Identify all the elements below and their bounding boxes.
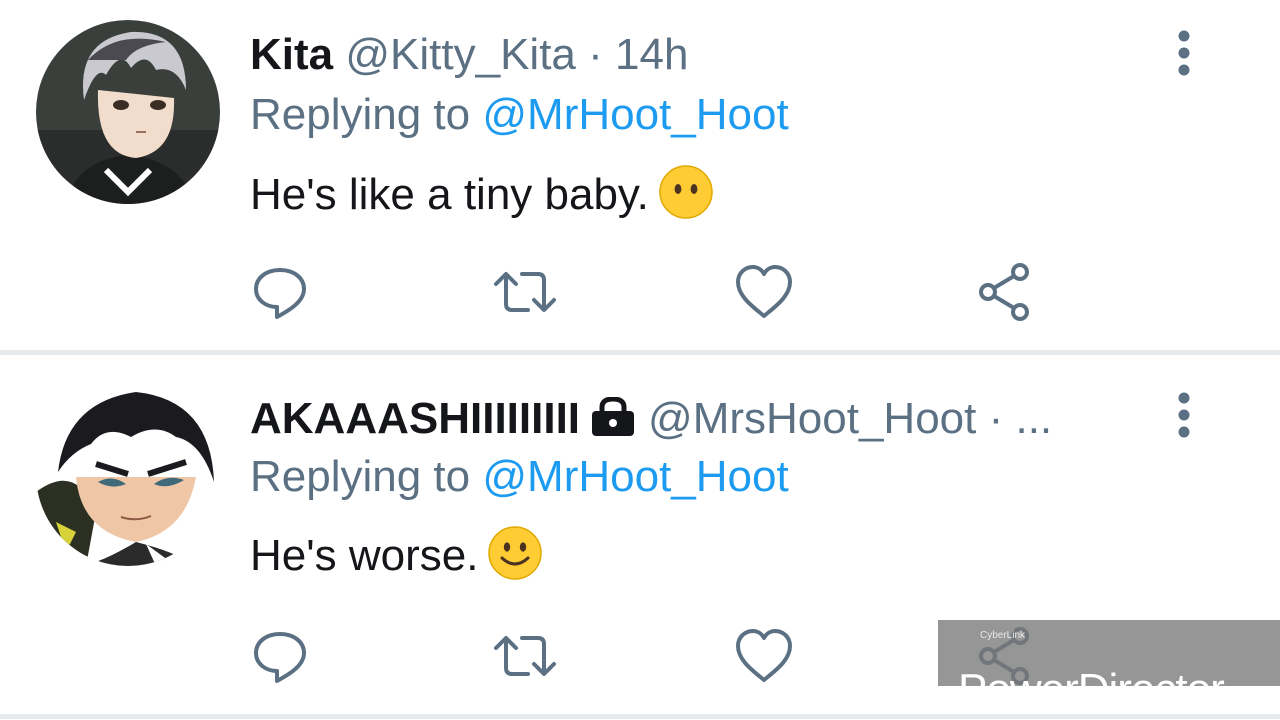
retweet-icon[interactable] (490, 626, 556, 686)
watermark-brand: PowerDirector (958, 665, 1225, 714)
avatar[interactable] (36, 382, 220, 566)
tweet-text-content: He's like a tiny baby. (250, 170, 649, 219)
tweet-divider (0, 714, 1280, 719)
mention-link[interactable]: @MrHoot_Hoot (482, 90, 788, 139)
tweet-meta: · ... (988, 394, 1053, 443)
like-icon[interactable] (734, 626, 794, 686)
like-icon[interactable] (734, 262, 794, 322)
more-options-icon[interactable] (1172, 30, 1196, 80)
display-name[interactable]: AKAAASHIIIIIIIII (250, 394, 580, 443)
reply-icon[interactable] (250, 262, 310, 322)
tweet[interactable]: Kita @Kitty_Kita · 14h Replying to @MrHo… (0, 0, 1280, 352)
reply-icon[interactable] (250, 626, 310, 686)
tweet-text: He's worse. (250, 526, 543, 593)
user-handle[interactable]: @Kitty_Kita (345, 30, 576, 79)
replying-prefix: Replying to (250, 90, 471, 139)
tweet-text-content: He's worse. (250, 531, 479, 580)
more-options-icon[interactable] (1172, 392, 1196, 442)
replying-to: Replying to @MrHoot_Hoot (250, 90, 789, 140)
tweet-divider (0, 350, 1280, 355)
smiling-face-emoji-icon (488, 526, 543, 593)
user-handle[interactable]: @MrsHoot_Hoot (648, 394, 976, 443)
lock-icon (590, 396, 636, 448)
tweet-text: He's like a tiny baby. (250, 165, 713, 232)
tweet-actions (250, 262, 1070, 322)
tweet-meta: · 14h (588, 30, 689, 79)
watermark-maker: CyberLink (980, 630, 1026, 641)
neutral-face-emoji-icon (659, 165, 713, 232)
avatar[interactable] (36, 20, 220, 204)
display-name[interactable]: Kita (250, 30, 333, 79)
share-icon[interactable] (976, 262, 1036, 322)
video-watermark: CyberLink PowerDirector (938, 620, 1280, 712)
tweet-header: Kita @Kitty_Kita · 14h (250, 30, 688, 80)
retweet-icon[interactable] (490, 262, 556, 322)
replying-prefix: Replying to (250, 452, 471, 501)
mention-link[interactable]: @MrHoot_Hoot (482, 452, 788, 501)
replying-to: Replying to @MrHoot_Hoot (250, 452, 789, 502)
tweet-header: AKAAASHIIIIIIIII @MrsHoot_Hoot · ... (250, 394, 1052, 448)
